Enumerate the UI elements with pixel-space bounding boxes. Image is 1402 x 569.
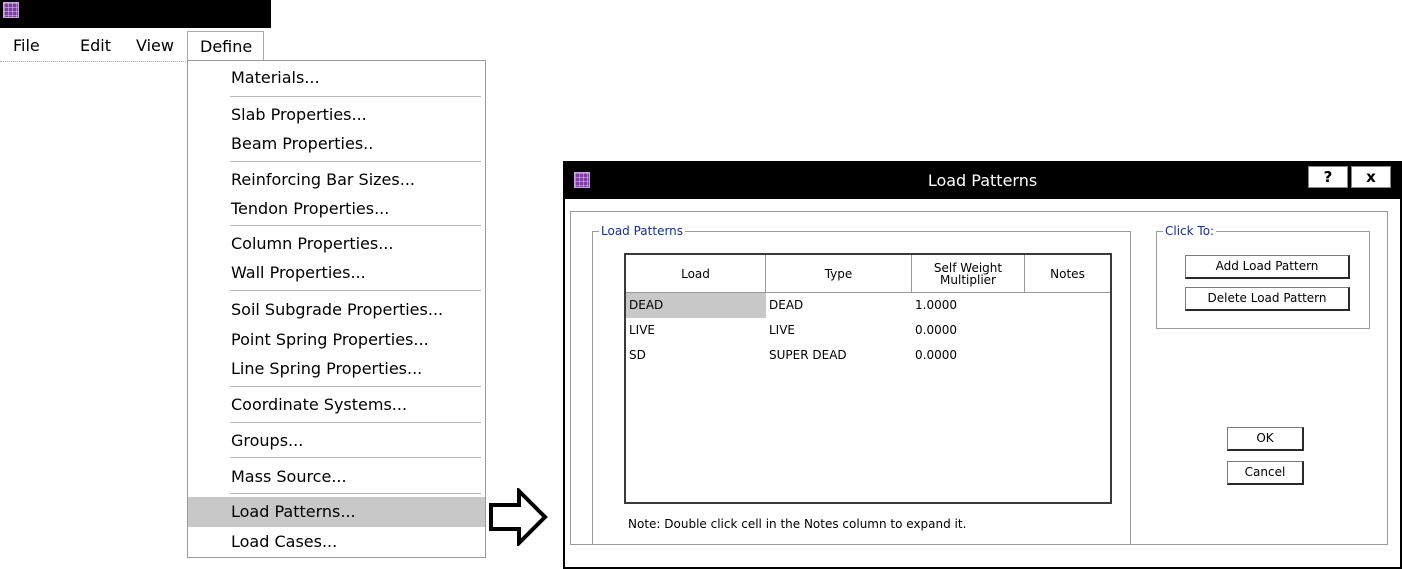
menu-separator — [230, 225, 481, 226]
right-arrow-icon — [489, 488, 548, 546]
close-button[interactable]: x — [1351, 166, 1391, 188]
menu-item-reinforcing-bar-sizes[interactable]: Reinforcing Bar Sizes... — [188, 165, 485, 195]
notes-hint-text: Note: Double click cell in the Notes col… — [628, 517, 967, 531]
load-patterns-dialog: Load Patterns ? x Load Patterns Click To… — [563, 161, 1402, 569]
cancel-button[interactable]: Cancel — [1227, 461, 1304, 485]
menu-file[interactable]: File — [13, 31, 40, 61]
menubar: File Edit View Define — [0, 31, 264, 62]
menu-define[interactable]: Define — [187, 31, 264, 62]
menu-item-soil-subgrade-properties[interactable]: Soil Subgrade Properties... — [188, 295, 485, 325]
column-header-notes[interactable]: Notes — [1025, 255, 1110, 293]
menu-item-point-spring-properties[interactable]: Point Spring Properties... — [188, 325, 485, 355]
menu-separator — [230, 96, 481, 97]
group-label: Click To: — [1163, 223, 1217, 239]
cell-multiplier[interactable]: 0.0000 — [912, 318, 1025, 343]
cell-load[interactable]: LIVE — [626, 318, 766, 343]
menu-item-slab-properties[interactable]: Slab Properties... — [188, 100, 485, 130]
menu-item-load-patterns[interactable]: Load Patterns... — [188, 497, 485, 527]
cell-notes[interactable] — [1025, 293, 1110, 318]
menu-item-materials[interactable]: Materials... — [188, 63, 485, 93]
cell-type[interactable]: DEAD — [766, 293, 912, 318]
menu-separator — [230, 457, 481, 458]
column-header-self-weight-multiplier[interactable]: Self Weight Multiplier — [912, 255, 1025, 293]
app-titlebar — [0, 0, 271, 28]
cell-notes[interactable] — [1025, 318, 1110, 343]
cell-multiplier[interactable]: 0.0000 — [912, 343, 1025, 368]
menu-item-wall-properties[interactable]: Wall Properties... — [188, 258, 485, 288]
cell-load[interactable]: DEAD — [626, 293, 766, 318]
menu-item-beam-properties[interactable]: Beam Properties.. — [188, 129, 485, 159]
cell-load[interactable]: SD — [626, 343, 766, 368]
load-patterns-table[interactable]: Load Type Self Weight Multiplier Notes D… — [624, 253, 1112, 504]
cell-notes[interactable] — [1025, 343, 1110, 368]
cell-type[interactable]: LIVE — [766, 318, 912, 343]
menu-separator — [230, 290, 481, 291]
help-button[interactable]: ? — [1308, 166, 1348, 188]
menu-item-line-spring-properties[interactable]: Line Spring Properties... — [188, 354, 485, 384]
group-label: Load Patterns — [599, 223, 686, 239]
cell-multiplier[interactable]: 1.0000 — [912, 293, 1025, 318]
menu-separator — [230, 386, 481, 387]
menu-separator — [230, 161, 481, 162]
column-header-type[interactable]: Type — [766, 255, 912, 293]
ok-button[interactable]: OK — [1227, 427, 1304, 451]
column-header-load[interactable]: Load — [626, 255, 766, 293]
menu-item-mass-source[interactable]: Mass Source... — [188, 462, 485, 492]
menu-item-coordinate-systems[interactable]: Coordinate Systems... — [188, 390, 485, 420]
menu-item-tendon-properties[interactable]: Tendon Properties... — [188, 194, 485, 224]
define-dropdown-menu: Materials... Slab Properties... Beam Pro… — [187, 60, 486, 558]
menu-view[interactable]: View — [136, 31, 174, 61]
menu-item-load-cases[interactable]: Load Cases... — [188, 527, 485, 557]
menu-edit[interactable]: Edit — [80, 31, 111, 61]
dialog-titlebar: Load Patterns ? x — [565, 163, 1400, 199]
app-icon — [3, 2, 19, 18]
menu-item-groups[interactable]: Groups... — [188, 426, 485, 456]
menu-separator — [230, 422, 481, 423]
add-load-pattern-button[interactable]: Add Load Pattern — [1185, 255, 1350, 279]
menu-separator — [230, 493, 481, 494]
dialog-title: Load Patterns — [927, 171, 1038, 190]
delete-load-pattern-button[interactable]: Delete Load Pattern — [1185, 287, 1350, 311]
click-to-group: Click To: — [1156, 223, 1370, 329]
cell-type[interactable]: SUPER DEAD — [766, 343, 912, 368]
menu-item-column-properties[interactable]: Column Properties... — [188, 229, 485, 259]
